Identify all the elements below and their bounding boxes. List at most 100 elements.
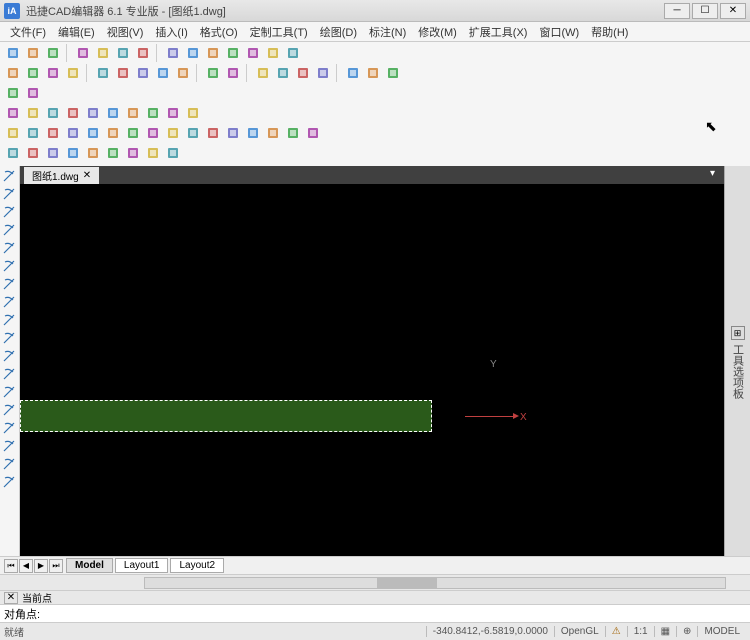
menu-annotate[interactable]: 标注(N) xyxy=(363,22,412,42)
world-icon[interactable] xyxy=(84,124,102,142)
array3d-icon[interactable] xyxy=(124,104,142,122)
win4-icon[interactable] xyxy=(164,144,182,162)
photo-icon[interactable] xyxy=(204,64,222,82)
wcube7-icon[interactable] xyxy=(284,124,302,142)
folder-icon[interactable] xyxy=(24,64,42,82)
status-warn-icon[interactable]: ⚠ xyxy=(605,626,627,637)
layout-next-button[interactable]: ▶ xyxy=(34,559,48,573)
menu-draw[interactable]: 绘图(D) xyxy=(314,22,363,42)
arc-icon[interactable] xyxy=(1,222,17,238)
expand-panel-icon[interactable]: ⊞ xyxy=(731,326,745,340)
cube3-icon[interactable] xyxy=(144,124,162,142)
status-toggle1[interactable]: ▦ xyxy=(654,626,676,637)
point-icon[interactable] xyxy=(1,366,17,382)
copy3d-icon[interactable] xyxy=(104,104,122,122)
globe-icon[interactable] xyxy=(184,44,202,62)
shape1-icon[interactable] xyxy=(254,64,272,82)
search-icon[interactable] xyxy=(84,144,102,162)
wcube6-icon[interactable] xyxy=(264,124,282,142)
collapse-button[interactable]: ✕ xyxy=(4,592,18,604)
wcube3-icon[interactable] xyxy=(204,124,222,142)
wcube1-icon[interactable] xyxy=(164,124,182,142)
wcube4-icon[interactable] xyxy=(224,124,242,142)
menu-window[interactable]: 窗口(W) xyxy=(533,22,585,42)
wedge-icon[interactable] xyxy=(164,104,182,122)
spline-icon[interactable] xyxy=(1,204,17,220)
dimred-icon[interactable] xyxy=(174,64,192,82)
donut-icon[interactable] xyxy=(1,438,17,454)
wcube8-icon[interactable] xyxy=(304,124,322,142)
tab-layout1[interactable]: Layout1 xyxy=(115,558,169,573)
ellipse-icon[interactable] xyxy=(1,294,17,310)
polygon-icon[interactable] xyxy=(1,330,17,346)
sphere1-icon[interactable] xyxy=(4,104,22,122)
eye-icon[interactable] xyxy=(4,124,22,142)
cube1-icon[interactable] xyxy=(104,124,122,142)
canvas-area[interactable]: 图纸1.dwg ✕ ▾ Y X xyxy=(20,166,724,556)
torus-icon[interactable] xyxy=(84,104,102,122)
close-button[interactable]: ✕ xyxy=(720,3,746,19)
layer-blue-icon[interactable] xyxy=(4,84,22,102)
horizontal-scrollbar[interactable] xyxy=(0,574,750,590)
tab-model[interactable]: Model xyxy=(66,558,113,573)
tab-layout2[interactable]: Layout2 xyxy=(170,558,224,573)
print-icon[interactable] xyxy=(94,44,112,62)
layer2-icon[interactable] xyxy=(114,64,132,82)
rect-icon[interactable] xyxy=(1,312,17,328)
sphere2-icon[interactable] xyxy=(24,104,42,122)
cone-icon[interactable] xyxy=(64,104,82,122)
cube2-icon[interactable] xyxy=(124,124,142,142)
saveall-icon[interactable] xyxy=(74,44,92,62)
layout-first-button[interactable]: ⏮ xyxy=(4,559,18,573)
box-icon[interactable] xyxy=(204,44,222,62)
layer-list-icon[interactable] xyxy=(24,84,42,102)
wrench-icon[interactable] xyxy=(284,44,302,62)
page-icon[interactable] xyxy=(384,64,402,82)
open-icon[interactable] xyxy=(24,44,42,62)
polyline-icon[interactable] xyxy=(1,186,17,202)
save-icon[interactable] xyxy=(44,44,62,62)
tab-close-icon[interactable]: ✕ xyxy=(83,170,91,181)
status-model[interactable]: MODEL xyxy=(697,626,746,637)
text-icon[interactable] xyxy=(1,456,17,472)
newdoc-icon[interactable] xyxy=(4,64,22,82)
cylinder-icon[interactable] xyxy=(44,104,62,122)
win3-icon[interactable] xyxy=(144,144,162,162)
arch2-icon[interactable] xyxy=(364,64,382,82)
circle-icon[interactable] xyxy=(1,258,17,274)
arc2-icon[interactable] xyxy=(1,240,17,256)
status-toggle2[interactable]: ⊕ xyxy=(676,626,697,637)
menu-format[interactable]: 格式(O) xyxy=(194,22,244,42)
drawing-viewport[interactable]: Y X xyxy=(20,184,724,556)
layer4-icon[interactable] xyxy=(154,64,172,82)
new-icon[interactable] xyxy=(4,44,22,62)
win2-icon[interactable] xyxy=(124,144,142,162)
menu-help[interactable]: 帮助(H) xyxy=(585,22,634,42)
home-icon[interactable] xyxy=(314,64,332,82)
hatch-h-icon[interactable] xyxy=(244,44,262,62)
win1-icon[interactable] xyxy=(104,144,122,162)
camera-icon[interactable] xyxy=(224,64,242,82)
block-icon[interactable] xyxy=(264,44,282,62)
line-icon[interactable] xyxy=(1,168,17,184)
iso2-icon[interactable] xyxy=(44,124,62,142)
maximize-button[interactable]: ☐ xyxy=(692,3,718,19)
command-line[interactable]: 对角点: xyxy=(0,604,750,622)
cloud-icon[interactable] xyxy=(1,420,17,436)
wcube5-icon[interactable] xyxy=(244,124,262,142)
outline-icon[interactable] xyxy=(184,104,202,122)
arch1-icon[interactable] xyxy=(344,64,362,82)
layer3-icon[interactable] xyxy=(134,64,152,82)
command-input[interactable] xyxy=(40,608,746,620)
3d-icon[interactable] xyxy=(164,44,182,62)
menu-custom-tools[interactable]: 定制工具(T) xyxy=(244,22,314,42)
hatch-v-icon[interactable] xyxy=(224,44,242,62)
hatch-icon[interactable] xyxy=(1,384,17,400)
preview-icon[interactable] xyxy=(114,44,132,62)
tile1-icon[interactable] xyxy=(24,144,42,162)
mtext-icon[interactable] xyxy=(1,474,17,490)
region-icon[interactable] xyxy=(1,402,17,418)
iso1-icon[interactable] xyxy=(24,124,42,142)
wcube2-icon[interactable] xyxy=(184,124,202,142)
layout-prev-button[interactable]: ◀ xyxy=(19,559,33,573)
